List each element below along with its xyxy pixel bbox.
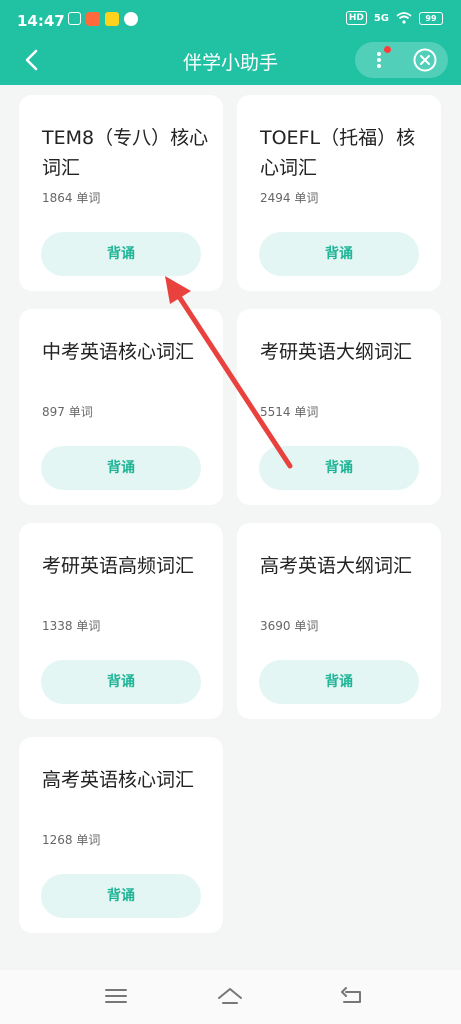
mini-program-capsule	[355, 42, 448, 78]
wordbook-card: 高考英语大纲词汇 3690 单词 背诵	[237, 523, 441, 719]
hd-badge: HD	[345, 11, 367, 25]
wordbook-title: 考研英语大纲词汇	[260, 341, 413, 363]
word-count: 1864 单词	[42, 191, 101, 205]
word-count: 5514 单词	[260, 405, 319, 419]
wordbook-title: TEM8（专八）核心词汇	[42, 127, 209, 179]
wifi-icon	[396, 12, 412, 24]
recite-button[interactable]: 背诵	[41, 660, 201, 704]
battery-icon: 99	[419, 11, 443, 25]
word-count: 897 单词	[42, 405, 93, 419]
back-icon[interactable]	[338, 984, 366, 1008]
recite-button[interactable]: 背诵	[259, 446, 419, 490]
status-time: 14:47	[17, 12, 65, 30]
word-count: 1268 单词	[42, 833, 101, 847]
notification-app-icon	[105, 12, 119, 26]
close-circle-icon[interactable]	[412, 47, 438, 73]
wordbook-title: 高考英语核心词汇	[42, 769, 195, 791]
recite-button[interactable]: 背诵	[41, 874, 201, 918]
notification-dot	[384, 46, 391, 53]
notification-app-icon	[86, 12, 100, 26]
wordbook-title: 中考英语核心词汇	[42, 341, 195, 363]
wordbook-card: 高考英语核心词汇 1268 单词 背诵	[19, 737, 223, 933]
notification-app-icon	[124, 12, 138, 26]
recite-button[interactable]: 背诵	[41, 446, 201, 490]
recite-button[interactable]: 背诵	[41, 232, 201, 276]
menu-icon[interactable]	[102, 984, 130, 1008]
home-icon[interactable]	[216, 984, 244, 1008]
wordbook-card: 考研英语大纲词汇 5514 单词 背诵	[237, 309, 441, 505]
wordbook-title: 考研英语高频词汇	[42, 555, 195, 577]
recite-button[interactable]: 背诵	[259, 232, 419, 276]
wordbook-card: 考研英语高频词汇 1338 单词 背诵	[19, 523, 223, 719]
wordbook-title: 高考英语大纲词汇	[260, 555, 413, 577]
word-count: 1338 单词	[42, 619, 101, 633]
wordbook-title: TOEFL（托福）核心词汇	[260, 127, 416, 179]
recite-button[interactable]: 背诵	[259, 660, 419, 704]
word-count: 2494 单词	[260, 191, 319, 205]
notification-icons	[68, 12, 138, 26]
app-header: 14:47 HD 5G 99 伴学小助手	[0, 0, 461, 85]
network-label: 5G	[373, 12, 389, 24]
system-status: HD 5G 99	[345, 11, 443, 25]
wordbook-card: 中考英语核心词汇 897 单词 背诵	[19, 309, 223, 505]
notification-app-icon	[68, 12, 81, 25]
wordbook-card: TOEFL（托福）核心词汇 2494 单词 背诵	[237, 95, 441, 291]
word-count: 3690 单词	[260, 619, 319, 633]
system-nav-bar	[0, 970, 461, 1024]
wordbook-card: TEM8（专八）核心词汇 1864 单词 背诵	[19, 95, 223, 291]
